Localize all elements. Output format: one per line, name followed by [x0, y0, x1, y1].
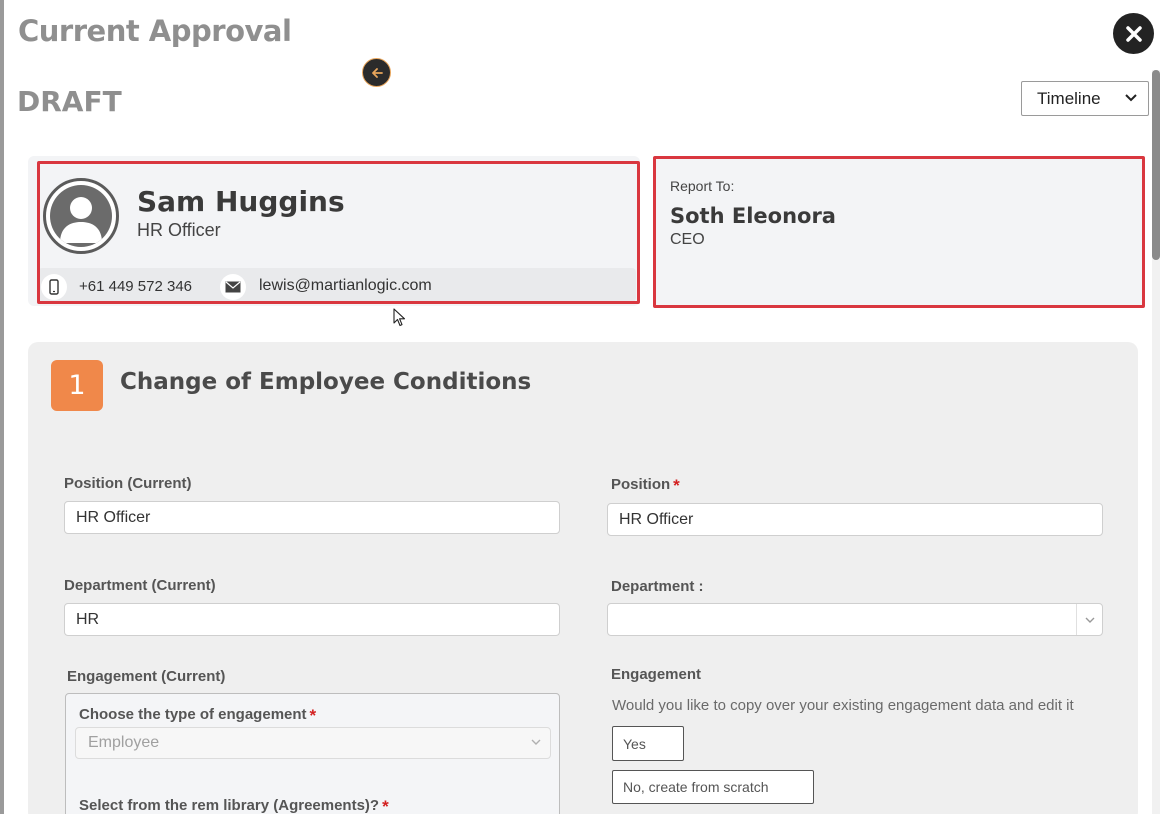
- position-current-label: Position (Current): [64, 475, 192, 492]
- rem-library-label-wrap: Select from the rem library (Agreements)…: [79, 797, 389, 814]
- view-select-value: Timeline: [1037, 88, 1101, 108]
- engagement-type-label-wrap: Choose the type of engagement *: [79, 706, 316, 726]
- department-select[interactable]: [607, 603, 1103, 636]
- scrollbar[interactable]: [1152, 70, 1160, 814]
- close-icon: [1125, 25, 1142, 42]
- department-dropdown-toggle[interactable]: [1076, 604, 1102, 635]
- yes-option-button[interactable]: Yes: [612, 726, 684, 761]
- report-to-label: Report To:: [670, 178, 735, 194]
- page-title: Current Approval: [18, 14, 292, 48]
- engagement-label: Engagement: [611, 666, 702, 683]
- step-number-badge: 1: [51, 360, 103, 411]
- back-button[interactable]: [362, 58, 391, 87]
- chevron-down-icon: [1085, 617, 1094, 623]
- arrow-left-icon: [371, 67, 383, 78]
- department-current-field[interactable]: HR: [64, 603, 560, 636]
- engagement-question: Would you like to copy over your existin…: [612, 697, 1074, 714]
- position-current-field[interactable]: HR Officer: [64, 501, 560, 534]
- department-current-label: Department (Current): [64, 577, 216, 594]
- report-to-name: Soth Eleonora: [670, 204, 836, 228]
- required-marker: *: [673, 476, 680, 495]
- create-from-scratch-button[interactable]: No, create from scratch: [612, 770, 814, 804]
- chevron-down-icon: [531, 739, 541, 745]
- position-field[interactable]: HR Officer: [607, 503, 1103, 536]
- close-button[interactable]: [1113, 13, 1154, 54]
- engagement-type-select[interactable]: Employee: [75, 727, 551, 759]
- scrollbar-thumb[interactable]: [1152, 70, 1160, 260]
- rem-library-label: Select from the rem library (Agreements)…: [79, 797, 380, 814]
- chevron-down-icon: [1125, 94, 1137, 102]
- mouse-cursor-icon: [393, 308, 406, 327]
- engagement-type-value: Employee: [88, 734, 160, 751]
- engagement-current-label: Engagement (Current): [67, 668, 226, 685]
- required-marker: *: [309, 706, 317, 725]
- position-label-wrap: Position *: [611, 476, 680, 496]
- position-label: Position: [611, 476, 671, 493]
- engagement-type-label: Choose the type of engagement: [79, 706, 307, 723]
- view-select[interactable]: Timeline: [1021, 81, 1149, 116]
- status-title: DRAFT: [17, 85, 122, 118]
- report-to-role: CEO: [670, 231, 705, 248]
- highlight-box: [37, 161, 640, 304]
- required-marker: *: [382, 797, 389, 814]
- section-title: Change of Employee Conditions: [120, 369, 532, 395]
- department-label: Department :: [611, 578, 704, 595]
- window-edge: [0, 0, 4, 814]
